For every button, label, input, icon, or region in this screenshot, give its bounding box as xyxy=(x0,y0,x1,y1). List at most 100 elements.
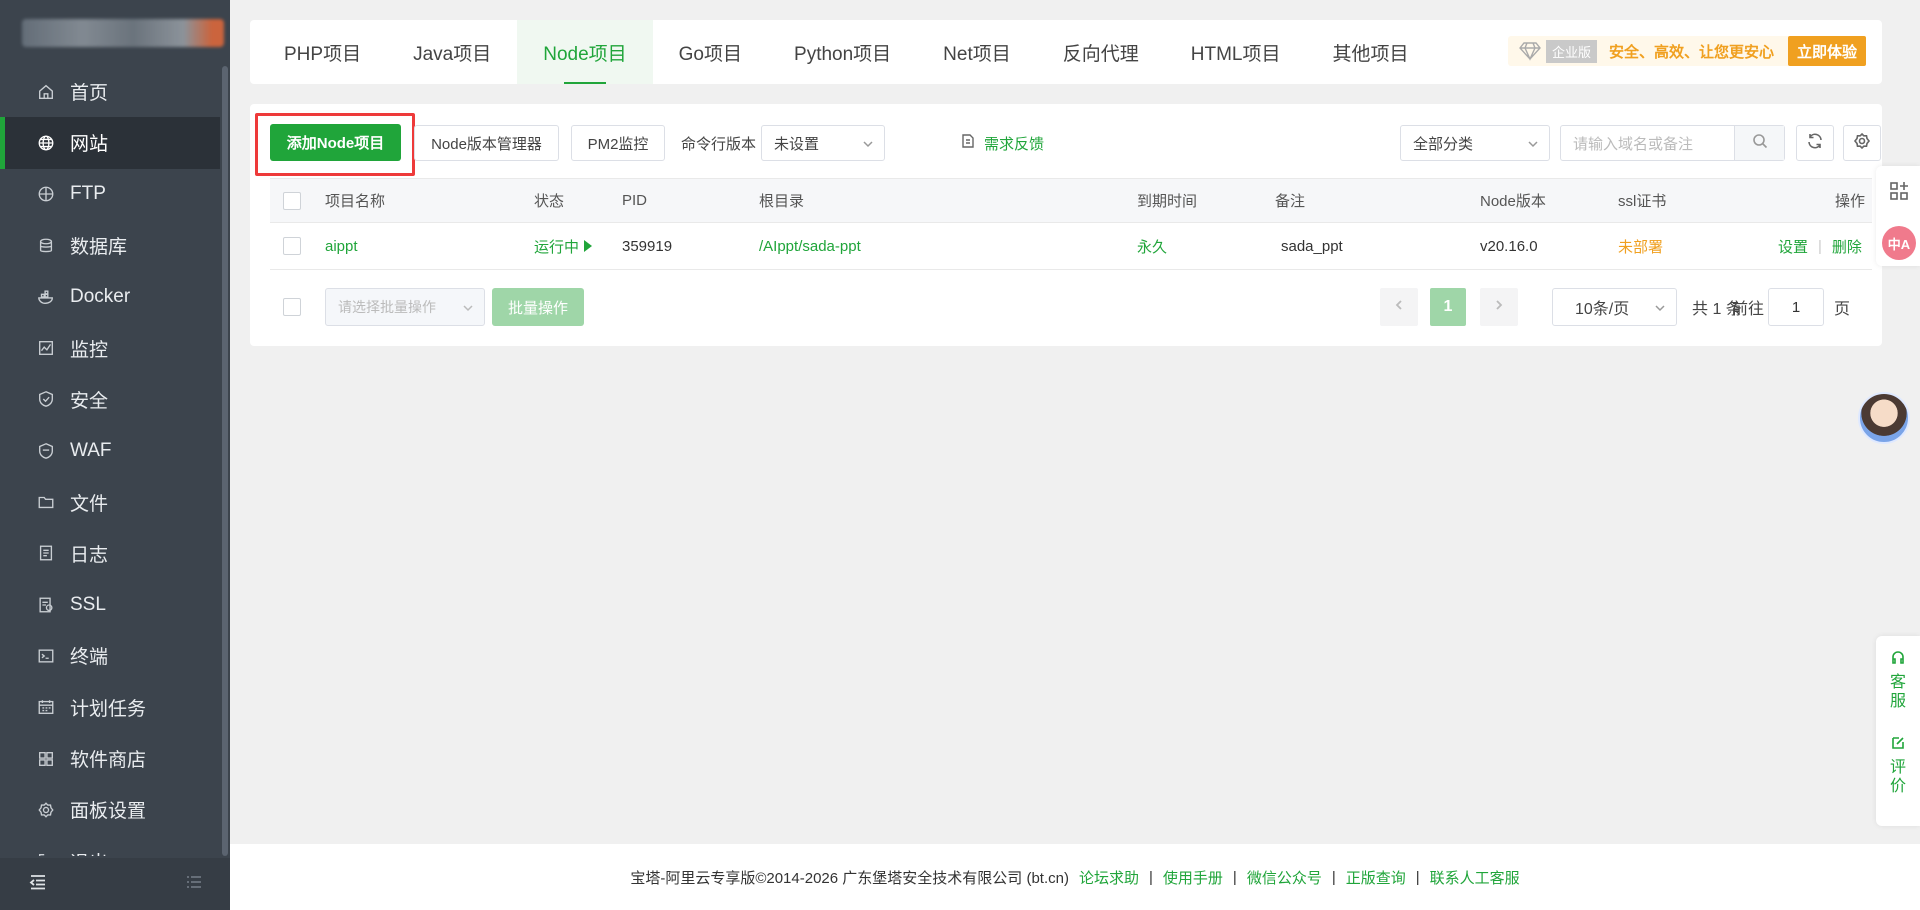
status-running[interactable]: 运行中 xyxy=(534,223,593,269)
customer-service-button[interactable]: 客服 xyxy=(1889,673,1907,711)
tab-other[interactable]: 其他项目 xyxy=(1307,20,1435,84)
sidebar-item-label: 数据库 xyxy=(70,237,128,259)
sidebar-scrollbar[interactable] xyxy=(222,66,228,856)
pm2-monitor-button[interactable]: PM2监控 xyxy=(571,125,665,161)
row-checkbox[interactable] xyxy=(283,237,301,255)
enterprise-promo: 企业版 安全、高效、让您更安心 立即体验 xyxy=(1507,36,1866,66)
translate-icon[interactable]: 中A xyxy=(1882,226,1916,260)
wechat-link[interactable]: 微信公众号 xyxy=(1247,867,1322,888)
tab-net[interactable]: Net项目 xyxy=(917,20,1037,84)
chevron-down-icon xyxy=(462,301,474,317)
remark-value[interactable]: sada_ppt xyxy=(1281,223,1343,269)
goto-label: 前往 xyxy=(1732,301,1765,318)
collapse-sidebar-icon[interactable] xyxy=(28,872,48,897)
contact-support-link[interactable]: 联系人工客服 xyxy=(1430,867,1520,888)
node-version-manager-button[interactable]: Node版本管理器 xyxy=(414,125,559,161)
sidebar-item-store[interactable]: 软件商店 xyxy=(0,733,220,784)
sidebar-item-ftp[interactable]: FTP xyxy=(0,169,220,220)
sidebar-item-ssl[interactable]: SSL xyxy=(0,579,220,630)
chevron-left-icon xyxy=(1393,298,1405,316)
sidebar-item-cron[interactable]: 计划任务 xyxy=(0,682,220,733)
license-check-link[interactable]: 正版查询 xyxy=(1346,867,1406,888)
chevron-down-icon xyxy=(862,137,874,149)
tab-reverse-proxy[interactable]: 反向代理 xyxy=(1037,20,1165,84)
expire-value[interactable]: 永久 xyxy=(1137,223,1167,269)
sidebar-item-waf[interactable]: WAF xyxy=(0,425,220,476)
project-table: 项目名称 状态 PID 根目录 到期时间 备注 Node版本 ssl证书 操作 … xyxy=(270,178,1872,270)
sidebar-item-panel-settings[interactable]: 面板设置 xyxy=(0,784,220,835)
sidebar-item-label: 终端 xyxy=(70,647,109,669)
col-expire[interactable]: 到期时间 xyxy=(1137,179,1197,222)
select-all-checkbox-cell xyxy=(283,179,301,222)
feedback-label: 需求反馈 xyxy=(984,135,1045,153)
sidebar-item-terminal[interactable]: 终端 xyxy=(0,630,220,681)
search-input[interactable]: 请输入域名或备注 xyxy=(1561,126,1734,160)
sidebar-item-database[interactable]: 数据库 xyxy=(0,220,220,271)
sidebar-item-label: FTP xyxy=(70,183,106,205)
ssl-status[interactable]: 未部署 xyxy=(1618,223,1663,269)
sidebar-item-website[interactable]: 网站 xyxy=(0,117,220,169)
table-header: 项目名称 状态 PID 根目录 到期时间 备注 Node版本 ssl证书 操作 xyxy=(270,178,1872,223)
sidebar-item-docker[interactable]: Docker xyxy=(0,271,220,322)
settings-button[interactable] xyxy=(1843,125,1881,161)
page-size-select[interactable]: 10条/页 xyxy=(1552,288,1677,326)
footer-select-all-checkbox[interactable] xyxy=(283,298,301,316)
tab-php[interactable]: PHP项目 xyxy=(258,20,387,84)
row-checkbox-cell xyxy=(283,223,301,269)
sidebar-item-label: WAF xyxy=(70,439,112,461)
sidebar-item-logout[interactable]: 退出 xyxy=(0,835,220,856)
try-now-button[interactable]: 立即体验 xyxy=(1787,36,1866,66)
pid-value: 359919 xyxy=(622,237,673,255)
select-all-checkbox[interactable] xyxy=(283,191,301,210)
root-dir-link[interactable]: /AIppt/sada-ppt xyxy=(759,223,861,269)
col-node-version: Node版本 xyxy=(1480,193,1546,210)
tab-html[interactable]: HTML项目 xyxy=(1165,20,1307,84)
category-select[interactable]: 全部分类 xyxy=(1400,125,1550,161)
logo-image xyxy=(22,19,224,47)
batch-action-button[interactable]: 批量操作 xyxy=(492,288,584,326)
feedback-link[interactable]: 需求反馈 xyxy=(960,125,1044,161)
next-page-button[interactable] xyxy=(1480,288,1518,326)
calendar-icon xyxy=(36,697,56,717)
sidebar-item-home[interactable]: 首页 xyxy=(0,66,220,117)
sidebar-item-label: 首页 xyxy=(70,83,109,105)
search-button[interactable] xyxy=(1734,126,1784,160)
refresh-button[interactable] xyxy=(1796,125,1834,161)
headset-icon xyxy=(1890,636,1906,671)
page-current[interactable]: 1 xyxy=(1430,288,1466,326)
settings-link[interactable]: 设置 xyxy=(1778,236,1808,257)
docker-icon xyxy=(36,287,56,307)
manual-link[interactable]: 使用手册 xyxy=(1163,867,1223,888)
menu-list-icon[interactable] xyxy=(184,872,204,897)
logout-icon xyxy=(36,851,56,856)
home-icon xyxy=(36,82,56,102)
review-button[interactable]: 评价 xyxy=(1889,758,1907,796)
sidebar-item-label: 日志 xyxy=(70,544,109,566)
batch-action-select[interactable]: 请选择批量操作 xyxy=(325,288,485,326)
tab-node[interactable]: Node项目 xyxy=(517,20,653,84)
apps-icon xyxy=(36,749,56,769)
logo[interactable] xyxy=(0,0,230,66)
assistant-avatar[interactable] xyxy=(1858,392,1910,444)
sidebar-item-logs[interactable]: 日志 xyxy=(0,528,220,579)
forum-link[interactable]: 论坛求助 xyxy=(1079,867,1139,888)
tab-go[interactable]: Go项目 xyxy=(653,20,768,84)
sidebar-item-files[interactable]: 文件 xyxy=(0,476,220,527)
cli-version-label: 命令行版本 xyxy=(681,135,757,153)
project-name-link[interactable]: aippt xyxy=(325,223,358,269)
node-version-value: v20.16.0 xyxy=(1480,237,1538,255)
add-widget-icon[interactable] xyxy=(1888,180,1910,202)
terminal-icon xyxy=(36,646,56,666)
col-name[interactable]: 项目名称 xyxy=(325,179,385,222)
ftp-icon xyxy=(36,184,56,204)
cli-version-select[interactable]: 未设置 xyxy=(761,125,885,161)
sidebar-item-security[interactable]: 安全 xyxy=(0,374,220,425)
sidebar-item-monitor[interactable]: 监控 xyxy=(0,322,220,373)
tab-java[interactable]: Java项目 xyxy=(387,20,517,84)
goto-page-input[interactable]: 1 xyxy=(1768,288,1824,326)
add-node-project-button[interactable]: 添加Node项目 xyxy=(270,124,401,161)
tab-python[interactable]: Python项目 xyxy=(768,20,917,84)
search-box[interactable]: 请输入域名或备注 xyxy=(1560,125,1785,161)
prev-page-button[interactable] xyxy=(1380,288,1418,326)
delete-link[interactable]: 删除 xyxy=(1832,236,1862,257)
